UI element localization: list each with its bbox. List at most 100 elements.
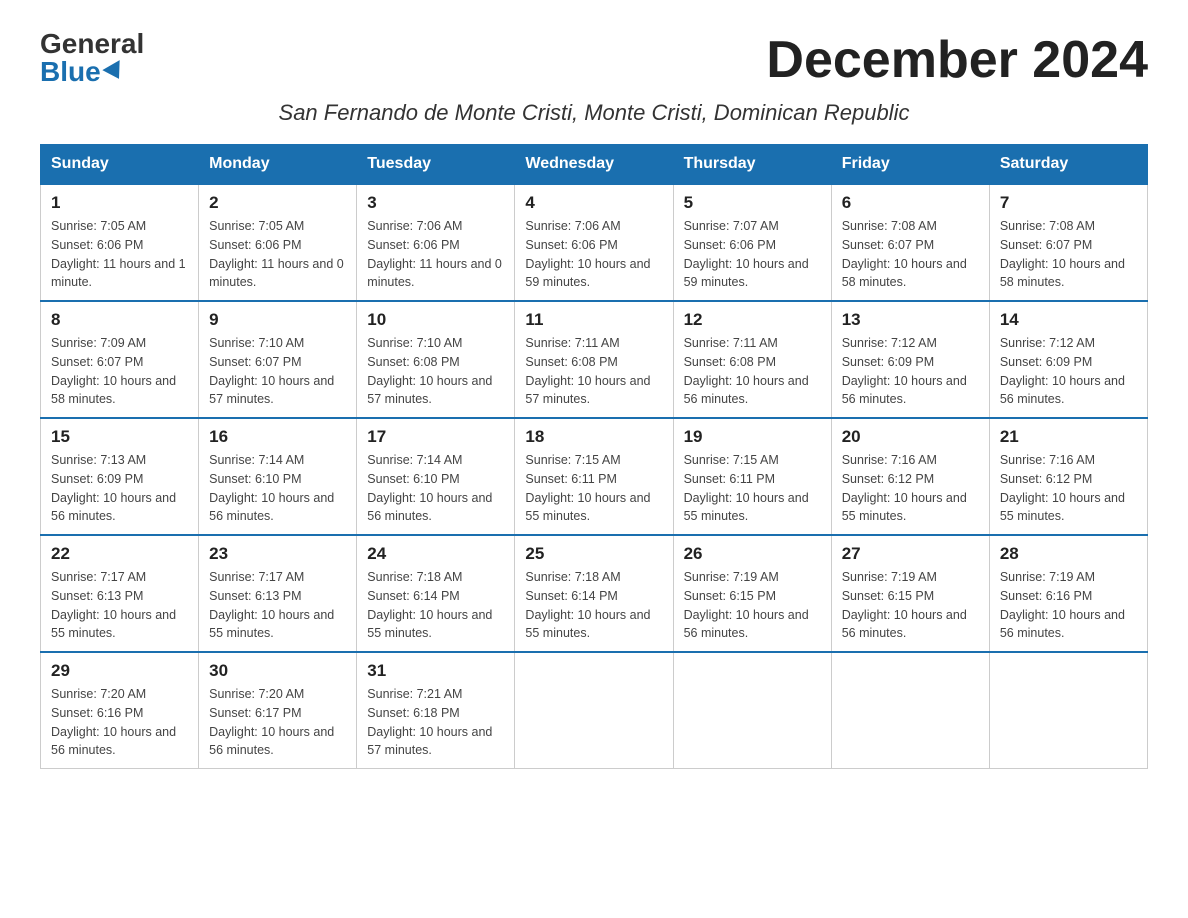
day-info: Sunrise: 7:05 AMSunset: 6:06 PMDaylight:… [51, 217, 188, 292]
day-number: 5 [684, 193, 821, 213]
day-info: Sunrise: 7:11 AMSunset: 6:08 PMDaylight:… [525, 334, 662, 409]
calendar-cell: 2 Sunrise: 7:05 AMSunset: 6:06 PMDayligh… [199, 184, 357, 301]
page-header: General Blue December 2024 [40, 30, 1148, 90]
day-info: Sunrise: 7:18 AMSunset: 6:14 PMDaylight:… [367, 568, 504, 643]
calendar-cell: 18 Sunrise: 7:15 AMSunset: 6:11 PMDaylig… [515, 418, 673, 535]
day-info: Sunrise: 7:08 AMSunset: 6:07 PMDaylight:… [1000, 217, 1137, 292]
day-number: 22 [51, 544, 188, 564]
subtitle: San Fernando de Monte Cristi, Monte Cris… [40, 100, 1148, 126]
day-info: Sunrise: 7:18 AMSunset: 6:14 PMDaylight:… [525, 568, 662, 643]
day-info: Sunrise: 7:10 AMSunset: 6:08 PMDaylight:… [367, 334, 504, 409]
calendar-cell: 16 Sunrise: 7:14 AMSunset: 6:10 PMDaylig… [199, 418, 357, 535]
calendar-cell: 25 Sunrise: 7:18 AMSunset: 6:14 PMDaylig… [515, 535, 673, 652]
day-number: 26 [684, 544, 821, 564]
day-number: 28 [1000, 544, 1137, 564]
day-info: Sunrise: 7:21 AMSunset: 6:18 PMDaylight:… [367, 685, 504, 760]
day-info: Sunrise: 7:20 AMSunset: 6:17 PMDaylight:… [209, 685, 346, 760]
calendar-header-tuesday: Tuesday [357, 145, 515, 185]
day-number: 25 [525, 544, 662, 564]
calendar-cell: 20 Sunrise: 7:16 AMSunset: 6:12 PMDaylig… [831, 418, 989, 535]
page-title: December 2024 [766, 30, 1148, 90]
day-number: 21 [1000, 427, 1137, 447]
calendar-cell: 31 Sunrise: 7:21 AMSunset: 6:18 PMDaylig… [357, 652, 515, 769]
day-info: Sunrise: 7:06 AMSunset: 6:06 PMDaylight:… [367, 217, 504, 292]
day-info: Sunrise: 7:10 AMSunset: 6:07 PMDaylight:… [209, 334, 346, 409]
day-number: 3 [367, 193, 504, 213]
calendar-cell: 4 Sunrise: 7:06 AMSunset: 6:06 PMDayligh… [515, 184, 673, 301]
calendar-header-row: SundayMondayTuesdayWednesdayThursdayFrid… [41, 145, 1148, 185]
calendar-header-monday: Monday [199, 145, 357, 185]
day-info: Sunrise: 7:16 AMSunset: 6:12 PMDaylight:… [842, 451, 979, 526]
logo-general-text: General [40, 30, 144, 58]
calendar-header-wednesday: Wednesday [515, 145, 673, 185]
calendar-week-row: 8 Sunrise: 7:09 AMSunset: 6:07 PMDayligh… [41, 301, 1148, 418]
day-info: Sunrise: 7:17 AMSunset: 6:13 PMDaylight:… [209, 568, 346, 643]
day-number: 14 [1000, 310, 1137, 330]
day-number: 1 [51, 193, 188, 213]
day-info: Sunrise: 7:05 AMSunset: 6:06 PMDaylight:… [209, 217, 346, 292]
calendar-cell: 5 Sunrise: 7:07 AMSunset: 6:06 PMDayligh… [673, 184, 831, 301]
logo-triangle-icon [102, 60, 127, 84]
calendar-cell: 23 Sunrise: 7:17 AMSunset: 6:13 PMDaylig… [199, 535, 357, 652]
day-number: 23 [209, 544, 346, 564]
calendar-cell [989, 652, 1147, 769]
calendar-cell: 29 Sunrise: 7:20 AMSunset: 6:16 PMDaylig… [41, 652, 199, 769]
logo: General Blue [40, 30, 144, 86]
day-number: 12 [684, 310, 821, 330]
day-number: 11 [525, 310, 662, 330]
day-number: 19 [684, 427, 821, 447]
calendar-week-row: 15 Sunrise: 7:13 AMSunset: 6:09 PMDaylig… [41, 418, 1148, 535]
day-info: Sunrise: 7:15 AMSunset: 6:11 PMDaylight:… [525, 451, 662, 526]
calendar-cell: 21 Sunrise: 7:16 AMSunset: 6:12 PMDaylig… [989, 418, 1147, 535]
calendar-cell: 24 Sunrise: 7:18 AMSunset: 6:14 PMDaylig… [357, 535, 515, 652]
calendar-header-thursday: Thursday [673, 145, 831, 185]
day-info: Sunrise: 7:07 AMSunset: 6:06 PMDaylight:… [684, 217, 821, 292]
day-info: Sunrise: 7:06 AMSunset: 6:06 PMDaylight:… [525, 217, 662, 292]
calendar-cell: 17 Sunrise: 7:14 AMSunset: 6:10 PMDaylig… [357, 418, 515, 535]
day-info: Sunrise: 7:09 AMSunset: 6:07 PMDaylight:… [51, 334, 188, 409]
calendar-header-friday: Friday [831, 145, 989, 185]
calendar-header-saturday: Saturday [989, 145, 1147, 185]
calendar-cell: 30 Sunrise: 7:20 AMSunset: 6:17 PMDaylig… [199, 652, 357, 769]
calendar-cell: 19 Sunrise: 7:15 AMSunset: 6:11 PMDaylig… [673, 418, 831, 535]
day-number: 24 [367, 544, 504, 564]
day-number: 30 [209, 661, 346, 681]
day-info: Sunrise: 7:14 AMSunset: 6:10 PMDaylight:… [209, 451, 346, 526]
calendar-header-sunday: Sunday [41, 145, 199, 185]
calendar-cell: 11 Sunrise: 7:11 AMSunset: 6:08 PMDaylig… [515, 301, 673, 418]
day-info: Sunrise: 7:20 AMSunset: 6:16 PMDaylight:… [51, 685, 188, 760]
calendar-cell: 13 Sunrise: 7:12 AMSunset: 6:09 PMDaylig… [831, 301, 989, 418]
day-number: 9 [209, 310, 346, 330]
day-number: 6 [842, 193, 979, 213]
calendar-table: SundayMondayTuesdayWednesdayThursdayFrid… [40, 144, 1148, 769]
day-number: 4 [525, 193, 662, 213]
calendar-cell [831, 652, 989, 769]
day-info: Sunrise: 7:11 AMSunset: 6:08 PMDaylight:… [684, 334, 821, 409]
day-number: 2 [209, 193, 346, 213]
logo-blue-text: Blue [40, 58, 125, 86]
day-number: 18 [525, 427, 662, 447]
day-number: 16 [209, 427, 346, 447]
day-info: Sunrise: 7:15 AMSunset: 6:11 PMDaylight:… [684, 451, 821, 526]
calendar-cell: 1 Sunrise: 7:05 AMSunset: 6:06 PMDayligh… [41, 184, 199, 301]
calendar-cell [515, 652, 673, 769]
calendar-cell: 6 Sunrise: 7:08 AMSunset: 6:07 PMDayligh… [831, 184, 989, 301]
calendar-cell: 9 Sunrise: 7:10 AMSunset: 6:07 PMDayligh… [199, 301, 357, 418]
day-info: Sunrise: 7:13 AMSunset: 6:09 PMDaylight:… [51, 451, 188, 526]
day-number: 17 [367, 427, 504, 447]
day-info: Sunrise: 7:12 AMSunset: 6:09 PMDaylight:… [842, 334, 979, 409]
day-info: Sunrise: 7:19 AMSunset: 6:15 PMDaylight:… [684, 568, 821, 643]
day-info: Sunrise: 7:17 AMSunset: 6:13 PMDaylight:… [51, 568, 188, 643]
day-info: Sunrise: 7:16 AMSunset: 6:12 PMDaylight:… [1000, 451, 1137, 526]
calendar-cell: 27 Sunrise: 7:19 AMSunset: 6:15 PMDaylig… [831, 535, 989, 652]
day-number: 10 [367, 310, 504, 330]
calendar-week-row: 29 Sunrise: 7:20 AMSunset: 6:16 PMDaylig… [41, 652, 1148, 769]
calendar-cell: 26 Sunrise: 7:19 AMSunset: 6:15 PMDaylig… [673, 535, 831, 652]
calendar-cell: 15 Sunrise: 7:13 AMSunset: 6:09 PMDaylig… [41, 418, 199, 535]
day-number: 27 [842, 544, 979, 564]
day-info: Sunrise: 7:19 AMSunset: 6:16 PMDaylight:… [1000, 568, 1137, 643]
day-number: 15 [51, 427, 188, 447]
calendar-cell: 12 Sunrise: 7:11 AMSunset: 6:08 PMDaylig… [673, 301, 831, 418]
day-number: 29 [51, 661, 188, 681]
calendar-cell: 14 Sunrise: 7:12 AMSunset: 6:09 PMDaylig… [989, 301, 1147, 418]
